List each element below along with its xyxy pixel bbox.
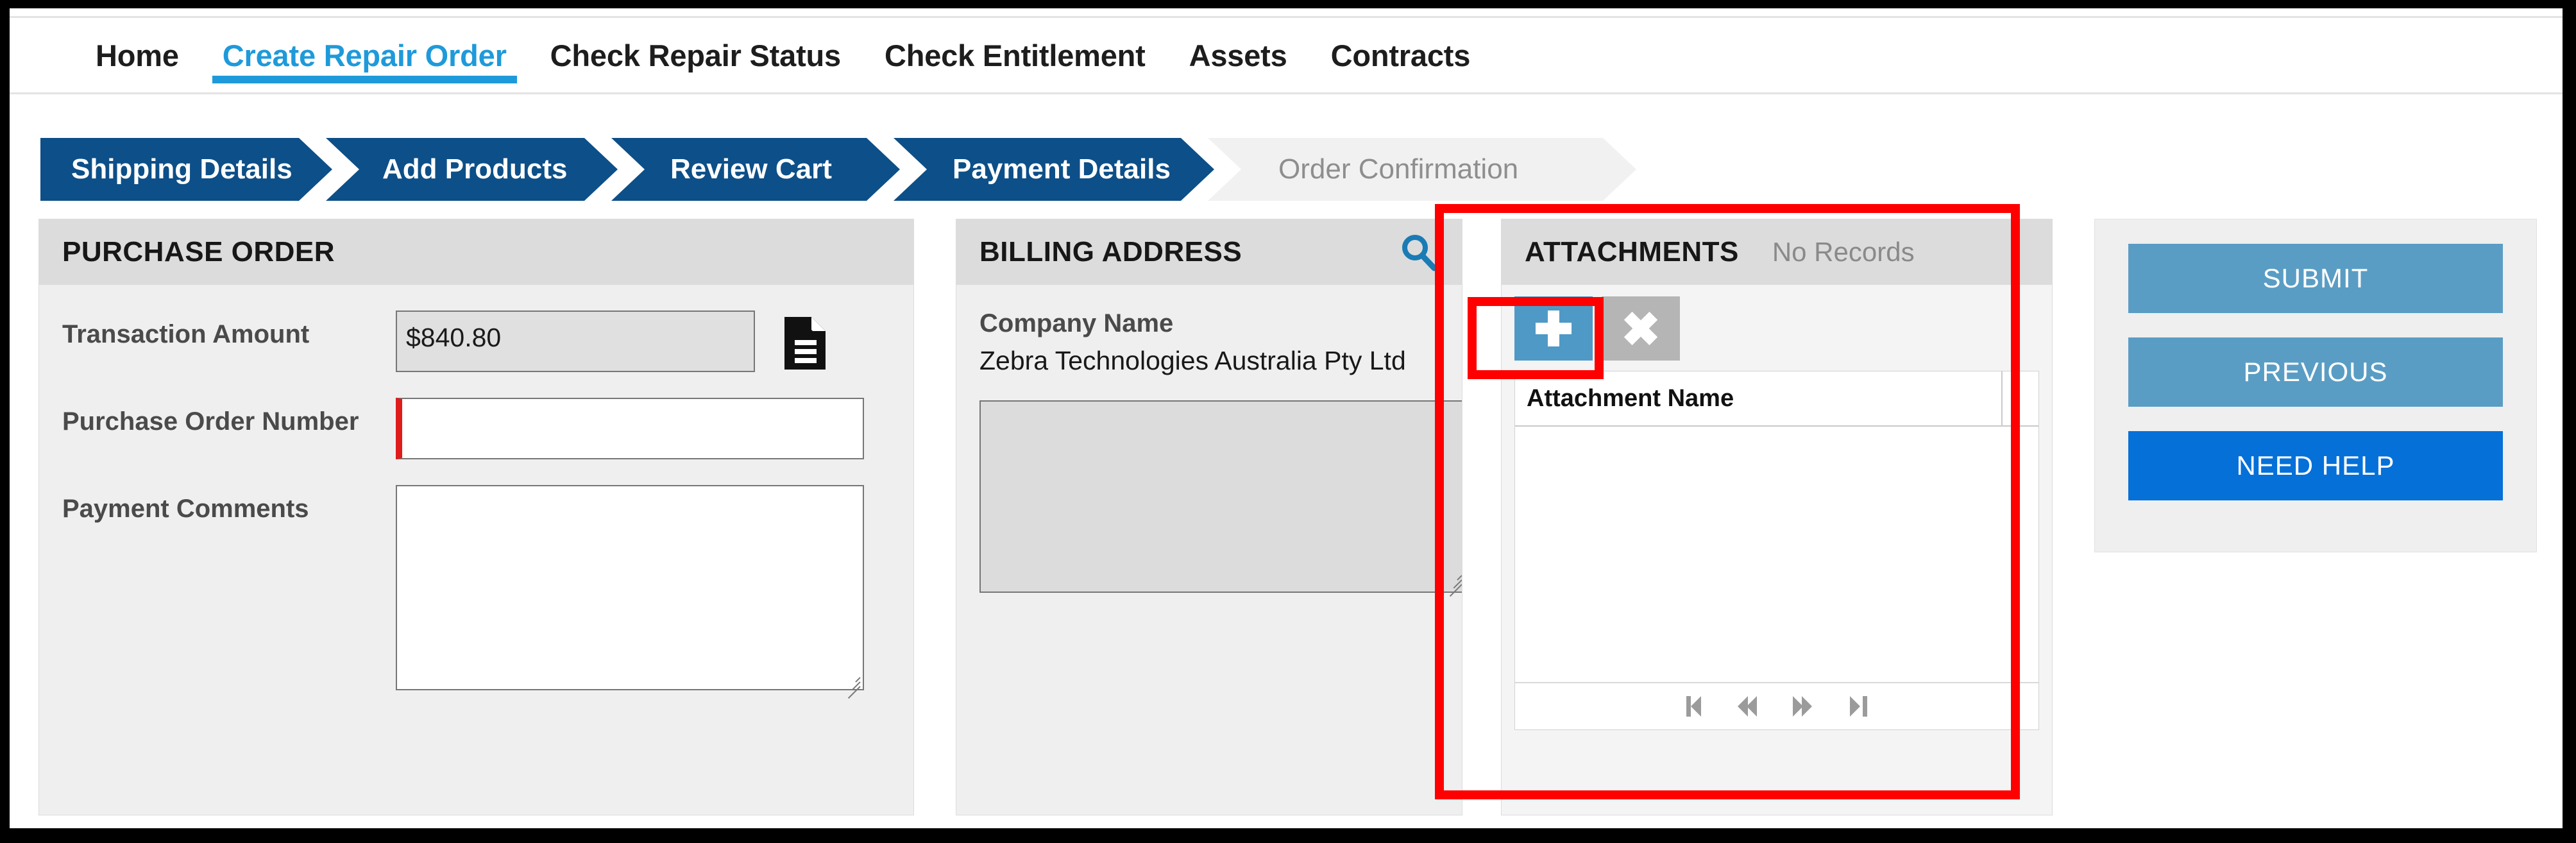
step-label: Review Cart: [670, 153, 832, 185]
attachments-grid: Attachment Name: [1514, 371, 2039, 730]
purchase-order-panel: PURCHASE ORDER Transaction Amount $840.8…: [38, 219, 914, 815]
nav-item-label: Create Repair Order: [222, 38, 507, 72]
plus-icon: [1536, 311, 1572, 346]
attachments-grid-body: [1515, 427, 2038, 682]
payment-details-content: PURCHASE ORDER Transaction Amount $840.8…: [38, 219, 2540, 822]
first-page-icon[interactable]: [1685, 694, 1711, 719]
last-page-icon[interactable]: [1843, 694, 1868, 719]
nav-item-assets[interactable]: Assets: [1167, 18, 1309, 92]
payment-comments-label: Payment Comments: [62, 495, 309, 523]
company-name-label: Company Name: [979, 309, 1174, 337]
panel-title: PURCHASE ORDER: [62, 236, 335, 268]
close-icon: [1623, 311, 1659, 346]
purchase-order-number-row: Purchase Order Number: [62, 398, 890, 459]
transaction-amount-value: $840.80: [396, 311, 755, 372]
step-label: Payment Details: [953, 153, 1171, 185]
nav-item-label: Check Entitlement: [884, 38, 1146, 72]
app-window: Home Create Repair Order Check Repair St…: [10, 8, 2563, 828]
need-help-button[interactable]: NEED HELP: [2128, 431, 2503, 500]
billing-address-textarea[interactable]: [979, 400, 1462, 597]
nav-item-check-entitlement[interactable]: Check Entitlement: [863, 18, 1167, 92]
nav-item-home[interactable]: Home: [74, 18, 201, 92]
company-name-value: Zebra Technologies Australia Pty Ltd: [979, 346, 1406, 375]
step-label: Add Products: [382, 153, 568, 185]
panel-title: ATTACHMENTS: [1525, 236, 1739, 268]
column-header-attachment-name[interactable]: Attachment Name: [1515, 371, 2003, 425]
attachments-grid-header: Attachment Name: [1515, 371, 2038, 427]
main-navigation: Home Create Repair Order Check Repair St…: [10, 16, 2563, 94]
attachments-pagination: [1515, 682, 2038, 729]
billing-address-header: BILLING ADDRESS: [956, 219, 1462, 285]
attachments-toolbar: [1502, 285, 2052, 368]
purchase-order-header: PURCHASE ORDER: [39, 219, 913, 285]
nav-item-label: Contracts: [1330, 38, 1471, 72]
document-icon[interactable]: [782, 316, 828, 371]
nav-item-contracts[interactable]: Contracts: [1309, 18, 1493, 92]
step-shipping-details[interactable]: Shipping Details: [40, 138, 332, 201]
purchase-order-number-input[interactable]: [396, 398, 864, 459]
previous-page-icon[interactable]: [1738, 694, 1763, 719]
nav-items: Home Create Repair Order Check Repair St…: [74, 18, 1492, 92]
resize-handle-icon: [1440, 567, 1462, 597]
submit-button[interactable]: SUBMIT: [2128, 244, 2503, 313]
billing-address-body: Company Name Zebra Technologies Australi…: [956, 309, 1462, 597]
add-attachment-button[interactable]: [1514, 296, 1593, 361]
step-label: Shipping Details: [71, 153, 292, 185]
next-page-icon[interactable]: [1790, 694, 1816, 719]
previous-button[interactable]: PREVIOUS: [2128, 337, 2503, 407]
step-order-confirmation[interactable]: Order Confirmation: [1208, 138, 1636, 201]
delete-attachment-button[interactable]: [1602, 296, 1680, 361]
nav-item-label: Check Repair Status: [550, 38, 842, 72]
nav-item-label: Home: [96, 38, 179, 72]
attachments-panel: ATTACHMENTS No Records Attachment Name: [1501, 219, 2053, 815]
nav-item-check-repair-status[interactable]: Check Repair Status: [529, 18, 863, 92]
nav-item-label: Assets: [1189, 38, 1287, 72]
purchase-order-body: Transaction Amount $840.80 Purchase Orde…: [39, 311, 913, 699]
attachments-status-text: No Records: [1772, 237, 1915, 267]
search-icon[interactable]: [1399, 232, 1439, 272]
payment-comments-row: Payment Comments: [62, 485, 890, 699]
nav-item-create-repair-order[interactable]: Create Repair Order: [201, 18, 529, 92]
step-review-cart[interactable]: Review Cart: [611, 138, 900, 201]
transaction-amount-row: Transaction Amount $840.80: [62, 311, 890, 372]
panel-title: BILLING ADDRESS: [979, 236, 1242, 268]
step-add-products[interactable]: Add Products: [326, 138, 618, 201]
step-label: Order Confirmation: [1278, 153, 1519, 185]
action-buttons-panel: SUBMIT PREVIOUS NEED HELP: [2094, 219, 2537, 552]
transaction-amount-label: Transaction Amount: [62, 320, 310, 348]
attachments-header: ATTACHMENTS No Records: [1502, 219, 2052, 285]
step-payment-details[interactable]: Payment Details: [894, 138, 1214, 201]
payment-comments-textarea[interactable]: [396, 485, 864, 690]
purchase-order-number-label: Purchase Order Number: [62, 407, 359, 436]
checkout-step-breadcrumb: Shipping Details Add Products Review Car…: [10, 130, 2563, 209]
billing-address-panel: BILLING ADDRESS Company Name Zebra Techn…: [956, 219, 1462, 815]
